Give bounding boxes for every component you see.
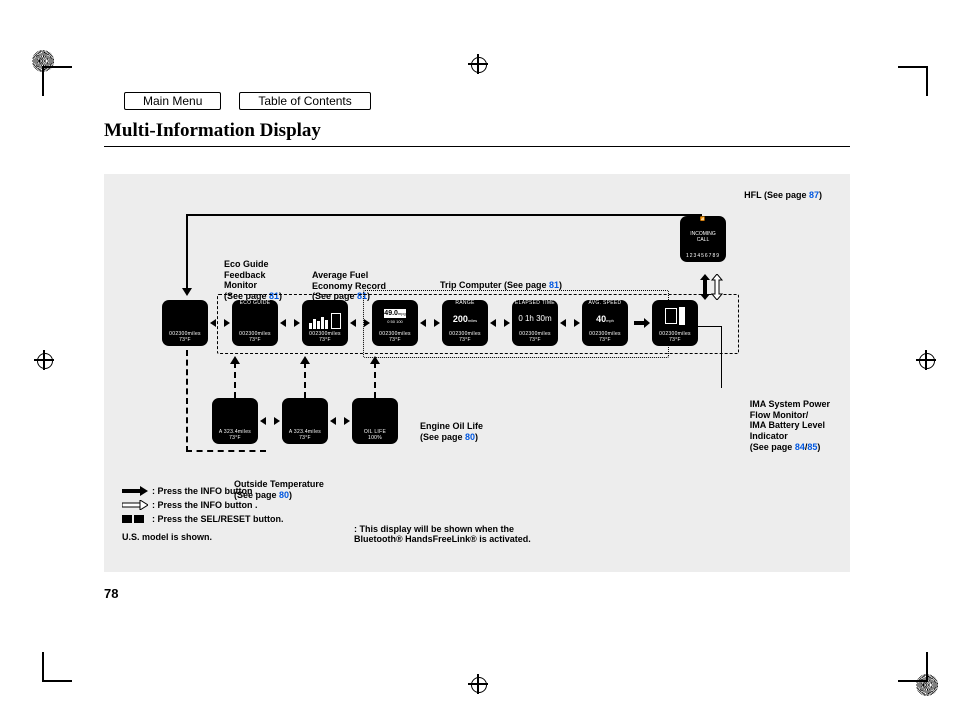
- arrowhead-icon: [370, 356, 380, 364]
- arrowhead-icon: [300, 356, 310, 364]
- display-icon-hfl: 📶 INCOMING CALL 123456789: [680, 216, 726, 262]
- display-icon-fuel-record: 002300miles73°F: [302, 300, 348, 346]
- oil-life-label: Engine Oil Life (See page 80): [420, 410, 483, 442]
- page-number: 78: [104, 586, 118, 601]
- page-title: Multi-Information Display: [104, 120, 850, 147]
- arrow-left-right-icon: [560, 317, 580, 329]
- diagram-panel: HFL (See page 87) Eco Guide Feedback Mon…: [104, 174, 850, 572]
- legend-note: U.S. model is shown.: [122, 530, 284, 544]
- page-link[interactable]: 87: [809, 190, 819, 200]
- dashed-path: [186, 350, 188, 452]
- crosshair-icon: [468, 54, 488, 74]
- crosshair-icon: [34, 350, 54, 370]
- leader-line: [721, 326, 722, 388]
- display-icon-mpg: 49.0mpg 0 50 100 002300miles73°F: [372, 300, 418, 346]
- arrow-up-down-icon: [700, 274, 724, 305]
- display-icon-trip-a: A 323.4miles73°F: [212, 398, 258, 444]
- crosshair-icon: [916, 350, 936, 370]
- crop-mark-icon: [28, 48, 72, 92]
- display-icon-oil-life: OIL LIFE100%: [352, 398, 398, 444]
- display-icon-ima: 002300miles73°F: [652, 300, 698, 346]
- toc-button[interactable]: Table of Contents: [239, 92, 370, 110]
- legend: : Press the INFO button . : Press the IN…: [122, 484, 284, 544]
- crop-mark-icon: [28, 656, 72, 700]
- arrow-double-icon: [122, 514, 148, 524]
- dashed-path: [186, 450, 266, 452]
- arrow-left-right-icon: [420, 317, 440, 329]
- page-link[interactable]: 85: [807, 442, 817, 452]
- display-icon-default: 002300miles73°F: [162, 300, 208, 346]
- hfl-label: HFL (See page 87): [744, 190, 822, 201]
- page: Main Menu Table of Contents Multi-Inform…: [0, 0, 954, 720]
- page-link[interactable]: 80: [465, 432, 475, 442]
- ima-label: IMA System Power Flow Monitor/ IMA Batte…: [750, 388, 830, 453]
- main-menu-button[interactable]: Main Menu: [124, 92, 221, 110]
- dashed-path: [304, 362, 306, 398]
- crop-mark-icon: [898, 48, 942, 92]
- arrow-solid-icon: [122, 486, 148, 496]
- arrow-left-right-icon: [330, 415, 350, 427]
- legend-row: : Press the INFO button .: [122, 484, 284, 498]
- page-link[interactable]: 84: [795, 442, 805, 452]
- display-icon-range: RANGE 200miles 002300miles73°F: [442, 300, 488, 346]
- arrow-left-right-icon: [260, 415, 280, 427]
- display-icon-elapsed: ELAPSED TIME 0 1h 30m 002300miles73°F: [512, 300, 558, 346]
- legend-row: : Press the INFO button .: [122, 498, 284, 512]
- footnote: : This display will be shown when the Bl…: [354, 524, 654, 544]
- arrow-left-right-icon: [490, 317, 510, 329]
- arrow-left-right-icon: [280, 317, 300, 329]
- arrow-outline-icon: [122, 500, 148, 510]
- crop-mark-icon: [898, 656, 942, 700]
- page-link[interactable]: 81: [549, 280, 559, 290]
- arrow-left-right-icon: [210, 317, 230, 329]
- nav-buttons: Main Menu Table of Contents: [124, 92, 371, 110]
- arrowhead-icon: [230, 356, 240, 364]
- display-icon-eco-guide: ECO GUIDE 002300miles73°F: [232, 300, 278, 346]
- legend-row: : Press the SEL/RESET button.: [122, 512, 284, 526]
- arrow-right-icon: [630, 317, 650, 329]
- dashed-path: [234, 362, 236, 398]
- leader-line: [662, 326, 722, 327]
- display-icon-trip-b: A 323.4miles73°F: [282, 398, 328, 444]
- dashed-path: [374, 362, 376, 398]
- arrow-left-right-icon: [350, 317, 370, 329]
- display-icon-avg-speed: AVG. SPEED 40mph 002300miles73°F: [582, 300, 628, 346]
- crosshair-icon: [468, 674, 488, 694]
